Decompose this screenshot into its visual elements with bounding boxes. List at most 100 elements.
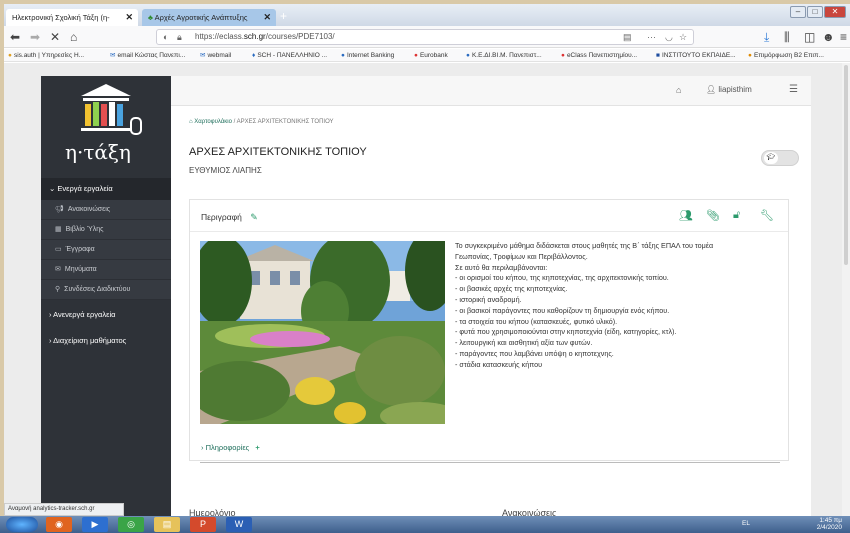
scrollbar-thumb[interactable] — [844, 65, 848, 265]
bookmark-item[interactable]: ● sis.auth | Υπηρεσίες Η... — [8, 49, 84, 61]
course-description: Το συγκεκριμένο μάθημα διδάσκεται στους … — [455, 241, 785, 371]
bookmark-item[interactable]: ■ ΙΝΣΤΙΤΟΥΤΟ ΕΚΠΑΙΔΕ... — [656, 49, 736, 61]
pocket-icon[interactable]: ◡ — [665, 30, 673, 44]
sidebar: η·τάξη ⌄ Ενεργά εργαλεία 📢︎ Ανακοινώσεις … — [41, 76, 171, 516]
more-icon[interactable]: ··· — [647, 30, 656, 44]
breadcrumb-current: ΑΡΧΕΣ ΑΡΧΙΤΕΚΤΟΝΙΚΗΣ ΤΟΠΙΟΥ — [236, 119, 334, 125]
logo-text: η·τάξη — [65, 140, 131, 164]
minimize-icon[interactable]: – — [790, 6, 806, 18]
paperclip-icon[interactable]: 📎︎ — [706, 209, 720, 222]
course-title: ΑΡΧΕΣ ΑΡΧΙΤΕΚΤΟΝΙΚΗΣ ΤΟΠΙΟΥ — [189, 146, 367, 158]
file-explorer-icon[interactable]: ▤ — [154, 517, 180, 532]
description-panel: Περιγραφή ✎ 👥︎ 📎︎ 🔓︎ 🔧︎ Το συγκεκριμένο … — [189, 199, 789, 463]
description-line: - λειτουργική και αισθητική αξία των φυτ… — [455, 338, 593, 348]
address-bar[interactable]: ◐ 🔒︎ https://eclass.sch.gr/courses/PDE71… — [156, 29, 694, 45]
maximize-icon[interactable]: □ — [807, 6, 823, 18]
firefox-icon[interactable]: ◉ — [46, 517, 72, 532]
tab-label: Αρχές Αγροτικής Ανάπτυξης — [154, 13, 248, 22]
powerpoint-icon[interactable]: P — [190, 517, 216, 532]
tab-agriculture[interactable]: ♣ Αρχές Αγροτικής Ανάπτυξης ✕ — [142, 9, 276, 26]
description-line: - στάδια κατασκευής κήπου — [455, 359, 543, 369]
new-tab-icon[interactable]: + — [280, 10, 287, 22]
description-line: - τα στοιχεία του κήπου (κατασκευές, φυτ… — [455, 316, 618, 326]
sidebar-item-documents[interactable]: ▭ Έγγραφα — [41, 240, 171, 260]
reader-icon[interactable]: ▤ — [623, 30, 632, 44]
bookmark-icon: ■ — [656, 52, 660, 59]
sidebar-item-announcements[interactable]: 📢︎ Ανακοινώσεις — [41, 200, 171, 220]
browser-window: Ηλεκτρονική Σχολική Τάξη (η- ✕ ♣ Αρχές Α… — [4, 4, 850, 516]
tab-bar: Ηλεκτρονική Σχολική Τάξη (η- ✕ ♣ Αρχές Α… — [4, 4, 850, 26]
navigation-bar: ⬅ ➡ ✕ ⌂ ◐ 🔒︎ https://eclass.sch.gr/cours… — [4, 26, 850, 48]
description-line: Το συγκεκριμένο μάθημα διδάσκεται στους … — [455, 241, 714, 250]
sidebar-item-links[interactable]: ⚲ Συνδέσεις Διαδικτύου — [41, 280, 171, 300]
tree-icon: ♣ — [148, 13, 153, 22]
wrench-icon[interactable]: 🔧︎ — [760, 209, 774, 222]
download-icon[interactable]: ⤓ — [764, 29, 769, 45]
breadcrumb-home[interactable]: ⌂ Χαρτοφυλάκιο — [189, 119, 232, 125]
lock-icon: 🔒︎ — [177, 32, 182, 42]
bookmark-item[interactable]: ✉ webmail — [200, 49, 231, 61]
back-icon[interactable]: ⬅ — [10, 29, 20, 45]
page-scrollbar[interactable] — [842, 63, 850, 516]
settings-menu-icon[interactable]: ☰ — [789, 84, 798, 95]
account-icon[interactable]: ☻ — [822, 29, 835, 45]
bookmark-item[interactable]: ● eClass Πανεπιστημίου... — [561, 49, 637, 61]
folder-icon: ▭ — [55, 246, 62, 253]
bookmark-icon: ● — [466, 52, 470, 59]
announcements-heading: Ανακοινώσεις — [502, 508, 557, 516]
tab-label: Ηλεκτρονική Σχολική Τάξη (η- — [12, 13, 110, 22]
shield-icon: ◐ — [163, 32, 169, 42]
sidebar-item-syllabus[interactable]: ▦ Βιβλίο Ύλης — [41, 220, 171, 240]
media-player-icon[interactable]: ▶ — [82, 517, 108, 532]
megaphone-icon: 📢︎ — [55, 206, 64, 213]
course-image — [200, 241, 445, 424]
calendar-icon: ▦ — [55, 226, 62, 233]
site-logo[interactable]: η·τάξη — [41, 76, 171, 178]
sidebar-group-course-admin[interactable]: › Διαχείριση μαθήματος — [41, 330, 171, 352]
calendar-heading: Ημερολόγιο — [189, 508, 236, 516]
description-line: - οι βασικοί παράγοντες που καθορίζουν τ… — [455, 305, 670, 315]
chrome-icon[interactable]: ◎ — [118, 517, 144, 532]
description-line: Γεωπονίας, Τροφίμων και Περιβάλλοντος. — [455, 251, 588, 261]
description-line: - οι ορισμοί του κήπου, της κηποτεχνίας,… — [455, 273, 669, 283]
os-taskbar: ◉ ▶ ◎ ▤ P W EL 1:45 πμ 2/4/2020 — [0, 516, 850, 533]
star-icon[interactable]: ☆ — [679, 30, 687, 44]
forward-icon[interactable]: ➡ — [30, 29, 40, 45]
bookmark-item[interactable]: ✉ email Κώστας Πανεπι... — [110, 49, 185, 61]
close-tab-icon[interactable]: ✕ — [125, 9, 133, 26]
home-icon[interactable]: ⌂ — [676, 85, 681, 95]
users-icon[interactable]: 👥︎ — [679, 209, 693, 222]
bookmark-icon: ● — [748, 52, 752, 59]
home-icon[interactable]: ⌂ — [70, 29, 77, 45]
unlock-icon[interactable]: 🔓︎ — [733, 209, 740, 222]
sidebar-item-messages[interactable]: ✉ Μηνύματα — [41, 260, 171, 280]
sidebar-toggle-icon[interactable]: ◫ — [804, 29, 815, 45]
description-line: - φυτά που χρησιμοποιούνται στην κηποτεχ… — [455, 327, 677, 337]
close-tab-icon[interactable]: ✕ — [263, 9, 271, 26]
bookmark-item[interactable]: ♦ SCH - ΠΑΝΕΛΛΗΝΙΟ ... — [252, 49, 327, 61]
envelope-icon: ✉ — [55, 266, 61, 273]
stop-icon[interactable]: ✕ — [50, 29, 60, 45]
library-icon[interactable]: ⫼ — [784, 29, 790, 45]
pencil-icon[interactable]: ✎ — [250, 212, 258, 222]
user-menu[interactable]: 👤︎ liapisthim — [706, 85, 752, 94]
bookmark-item[interactable]: ● Eurobank — [414, 49, 448, 61]
plus-icon[interactable]: + — [255, 443, 259, 452]
language-indicator[interactable]: EL — [742, 520, 750, 527]
word-icon[interactable]: W — [226, 517, 252, 532]
bookmark-item[interactable]: ● Κ.Ε.ΔΙ.ΒΙ.Μ. Πανεπιστ... — [466, 49, 542, 61]
bookmark-item[interactable]: ● Επιμόρφωση Β2 Επιπ... — [748, 49, 824, 61]
system-clock[interactable]: 1:45 πμ 2/4/2020 — [817, 517, 842, 531]
start-button[interactable] — [6, 517, 38, 532]
student-view-toggle[interactable]: 🎓︎ — [761, 150, 799, 166]
tab-eclass[interactable]: Ηλεκτρονική Σχολική Τάξη (η- ✕ — [6, 9, 138, 26]
bookmark-item[interactable]: ● Internet Banking — [341, 49, 394, 61]
info-toggle[interactable]: › Πληροφορίες + — [201, 443, 260, 452]
menu-icon[interactable]: ≡ — [840, 29, 847, 45]
chevron-right-icon: › — [49, 310, 52, 319]
sidebar-group-inactive-tools[interactable]: › Ανενεργά εργαλεία — [41, 304, 171, 326]
sidebar-group-active-tools[interactable]: ⌄ Ενεργά εργαλεία — [41, 178, 171, 200]
close-window-icon[interactable]: ✕ — [824, 6, 846, 18]
description-line: Σε αυτό θα περιλαμβάνονται: — [455, 262, 548, 272]
garden-photo — [200, 241, 445, 424]
